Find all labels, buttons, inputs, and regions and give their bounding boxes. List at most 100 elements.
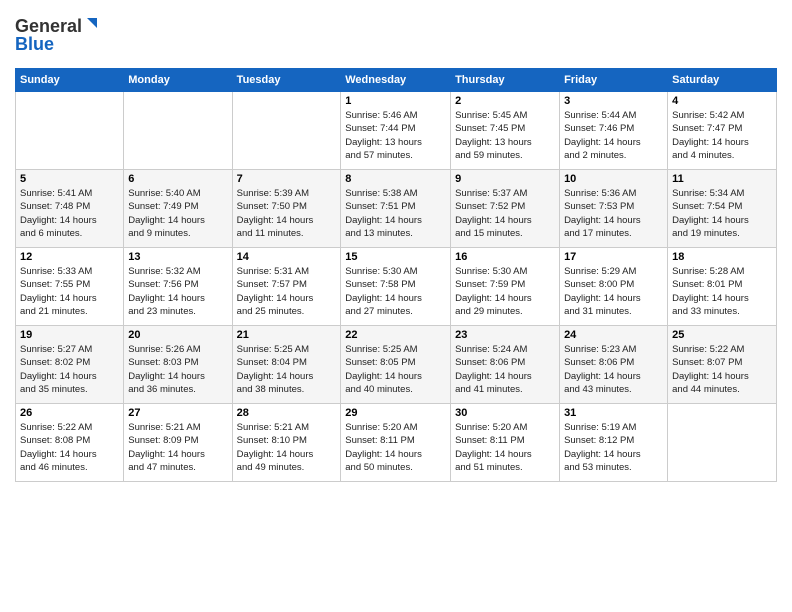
- day-info: Sunrise: 5:19 AMSunset: 8:12 PMDaylight:…: [564, 421, 663, 474]
- header-monday: Monday: [124, 69, 232, 92]
- day-number: 5: [20, 173, 119, 185]
- header-tuesday: Tuesday: [232, 69, 341, 92]
- day-info: Sunrise: 5:37 AMSunset: 7:52 PMDaylight:…: [455, 187, 555, 240]
- day-number: 18: [672, 251, 772, 263]
- day-number: 17: [564, 251, 663, 263]
- table-row: 23 Sunrise: 5:24 AMSunset: 8:06 PMDayligh…: [451, 326, 560, 404]
- day-number: 21: [237, 329, 337, 341]
- table-row: 26 Sunrise: 5:22 AMSunset: 8:08 PMDayligh…: [16, 404, 124, 482]
- day-info: Sunrise: 5:20 AMSunset: 8:11 PMDaylight:…: [345, 421, 446, 474]
- day-info: Sunrise: 5:23 AMSunset: 8:06 PMDaylight:…: [564, 343, 663, 396]
- day-number: 6: [128, 173, 227, 185]
- day-number: 14: [237, 251, 337, 263]
- day-info: Sunrise: 5:27 AMSunset: 8:02 PMDaylight:…: [20, 343, 119, 396]
- day-number: 25: [672, 329, 772, 341]
- day-info: Sunrise: 5:20 AMSunset: 8:11 PMDaylight:…: [455, 421, 555, 474]
- day-info: Sunrise: 5:41 AMSunset: 7:48 PMDaylight:…: [20, 187, 119, 240]
- calendar-table: Sunday Monday Tuesday Wednesday Thursday…: [15, 68, 777, 482]
- day-info: Sunrise: 5:26 AMSunset: 8:03 PMDaylight:…: [128, 343, 227, 396]
- svg-text:Blue: Blue: [15, 34, 54, 54]
- day-number: 28: [237, 407, 337, 419]
- day-info: Sunrise: 5:36 AMSunset: 7:53 PMDaylight:…: [564, 187, 663, 240]
- logo: General Blue: [15, 10, 105, 60]
- day-number: 29: [345, 407, 446, 419]
- table-row: 4 Sunrise: 5:42 AMSunset: 7:47 PMDaylight…: [668, 92, 777, 170]
- table-row: 30Sunrise: 5:20 AMSunset: 8:11 PMDayligh…: [451, 404, 560, 482]
- table-row: 2Sunrise: 5:45 AMSunset: 7:45 PMDaylight…: [451, 92, 560, 170]
- day-number: 19: [20, 329, 119, 341]
- day-number: 9: [455, 173, 555, 185]
- header-saturday: Saturday: [668, 69, 777, 92]
- day-number: 20: [128, 329, 227, 341]
- table-row: 20 Sunrise: 5:26 AMSunset: 8:03 PMDayligh…: [124, 326, 232, 404]
- table-row: [16, 92, 124, 170]
- table-row: 24Sunrise: 5:23 AMSunset: 8:06 PMDayligh…: [560, 326, 668, 404]
- day-info: Sunrise: 5:30 AMSunset: 7:58 PMDaylight:…: [345, 265, 446, 318]
- table-row: 28 Sunrise: 5:21 AMSunset: 8:10 PMDayligh…: [232, 404, 341, 482]
- day-number: 1: [345, 95, 446, 107]
- table-row: [232, 92, 341, 170]
- day-info: Sunrise: 5:42 AMSunset: 7:47 PMDaylight:…: [672, 109, 772, 162]
- day-info: Sunrise: 5:34 AMSunset: 7:54 PMDaylight:…: [672, 187, 772, 240]
- table-row: 9 Sunrise: 5:37 AMSunset: 7:52 PMDaylight…: [451, 170, 560, 248]
- table-row: 1 Sunrise: 5:46 AMSunset: 7:44 PMDaylight…: [341, 92, 451, 170]
- day-info: Sunrise: 5:32 AMSunset: 7:56 PMDaylight:…: [128, 265, 227, 318]
- day-info: Sunrise: 5:22 AMSunset: 8:07 PMDaylight:…: [672, 343, 772, 396]
- week-row-2: 12 Sunrise: 5:33 AMSunset: 7:55 PMDayligh…: [16, 248, 777, 326]
- table-row: 8Sunrise: 5:38 AMSunset: 7:51 PMDaylight…: [341, 170, 451, 248]
- day-number: 10: [564, 173, 663, 185]
- header-wednesday: Wednesday: [341, 69, 451, 92]
- table-row: 14 Sunrise: 5:31 AMSunset: 7:57 PMDayligh…: [232, 248, 341, 326]
- day-info: Sunrise: 5:25 AMSunset: 8:05 PMDaylight:…: [345, 343, 446, 396]
- day-info: Sunrise: 5:46 AMSunset: 7:44 PMDaylight:…: [345, 109, 446, 162]
- table-row: [668, 404, 777, 482]
- table-row: 10 Sunrise: 5:36 AMSunset: 7:53 PMDayligh…: [560, 170, 668, 248]
- header: General Blue: [15, 10, 777, 60]
- day-number: 12: [20, 251, 119, 263]
- table-row: 27Sunrise: 5:21 AMSunset: 8:09 PMDayligh…: [124, 404, 232, 482]
- table-row: 29 Sunrise: 5:20 AMSunset: 8:11 PMDayligh…: [341, 404, 451, 482]
- day-number: 4: [672, 95, 772, 107]
- day-info: Sunrise: 5:28 AMSunset: 8:01 PMDaylight:…: [672, 265, 772, 318]
- day-info: Sunrise: 5:25 AMSunset: 8:04 PMDaylight:…: [237, 343, 337, 396]
- table-row: [124, 92, 232, 170]
- day-info: Sunrise: 5:40 AMSunset: 7:49 PMDaylight:…: [128, 187, 227, 240]
- day-number: 22: [345, 329, 446, 341]
- day-number: 2: [455, 95, 555, 107]
- week-row-4: 26 Sunrise: 5:22 AMSunset: 8:08 PMDayligh…: [16, 404, 777, 482]
- table-row: 31 Sunrise: 5:19 AMSunset: 8:12 PMDayligh…: [560, 404, 668, 482]
- svg-text:General: General: [15, 16, 82, 36]
- day-info: Sunrise: 5:21 AMSunset: 8:09 PMDaylight:…: [128, 421, 227, 474]
- header-thursday: Thursday: [451, 69, 560, 92]
- table-row: 5 Sunrise: 5:41 AMSunset: 7:48 PMDaylight…: [16, 170, 124, 248]
- logo-icon: General Blue: [15, 10, 105, 55]
- page: General Blue Sunday Monday Tuesday Wedne…: [0, 0, 792, 612]
- table-row: 25 Sunrise: 5:22 AMSunset: 8:07 PMDayligh…: [668, 326, 777, 404]
- week-row-1: 5 Sunrise: 5:41 AMSunset: 7:48 PMDaylight…: [16, 170, 777, 248]
- day-info: Sunrise: 5:22 AMSunset: 8:08 PMDaylight:…: [20, 421, 119, 474]
- week-row-0: 1 Sunrise: 5:46 AMSunset: 7:44 PMDaylight…: [16, 92, 777, 170]
- day-number: 26: [20, 407, 119, 419]
- day-info: Sunrise: 5:31 AMSunset: 7:57 PMDaylight:…: [237, 265, 337, 318]
- table-row: 18 Sunrise: 5:28 AMSunset: 8:01 PMDayligh…: [668, 248, 777, 326]
- weekday-header-row: Sunday Monday Tuesday Wednesday Thursday…: [16, 69, 777, 92]
- day-number: 23: [455, 329, 555, 341]
- day-number: 11: [672, 173, 772, 185]
- table-row: 19 Sunrise: 5:27 AMSunset: 8:02 PMDayligh…: [16, 326, 124, 404]
- day-info: Sunrise: 5:24 AMSunset: 8:06 PMDaylight:…: [455, 343, 555, 396]
- day-info: Sunrise: 5:38 AMSunset: 7:51 PMDaylight:…: [345, 187, 446, 240]
- table-row: 11 Sunrise: 5:34 AMSunset: 7:54 PMDayligh…: [668, 170, 777, 248]
- header-sunday: Sunday: [16, 69, 124, 92]
- day-number: 16: [455, 251, 555, 263]
- day-number: 31: [564, 407, 663, 419]
- day-number: 3: [564, 95, 663, 107]
- day-info: Sunrise: 5:39 AMSunset: 7:50 PMDaylight:…: [237, 187, 337, 240]
- table-row: 21 Sunrise: 5:25 AMSunset: 8:04 PMDayligh…: [232, 326, 341, 404]
- table-row: 16 Sunrise: 5:30 AMSunset: 7:59 PMDayligh…: [451, 248, 560, 326]
- day-info: Sunrise: 5:30 AMSunset: 7:59 PMDaylight:…: [455, 265, 555, 318]
- table-row: 17Sunrise: 5:29 AMSunset: 8:00 PMDayligh…: [560, 248, 668, 326]
- day-info: Sunrise: 5:33 AMSunset: 7:55 PMDaylight:…: [20, 265, 119, 318]
- table-row: 13Sunrise: 5:32 AMSunset: 7:56 PMDayligh…: [124, 248, 232, 326]
- day-info: Sunrise: 5:21 AMSunset: 8:10 PMDaylight:…: [237, 421, 337, 474]
- table-row: 3Sunrise: 5:44 AMSunset: 7:46 PMDaylight…: [560, 92, 668, 170]
